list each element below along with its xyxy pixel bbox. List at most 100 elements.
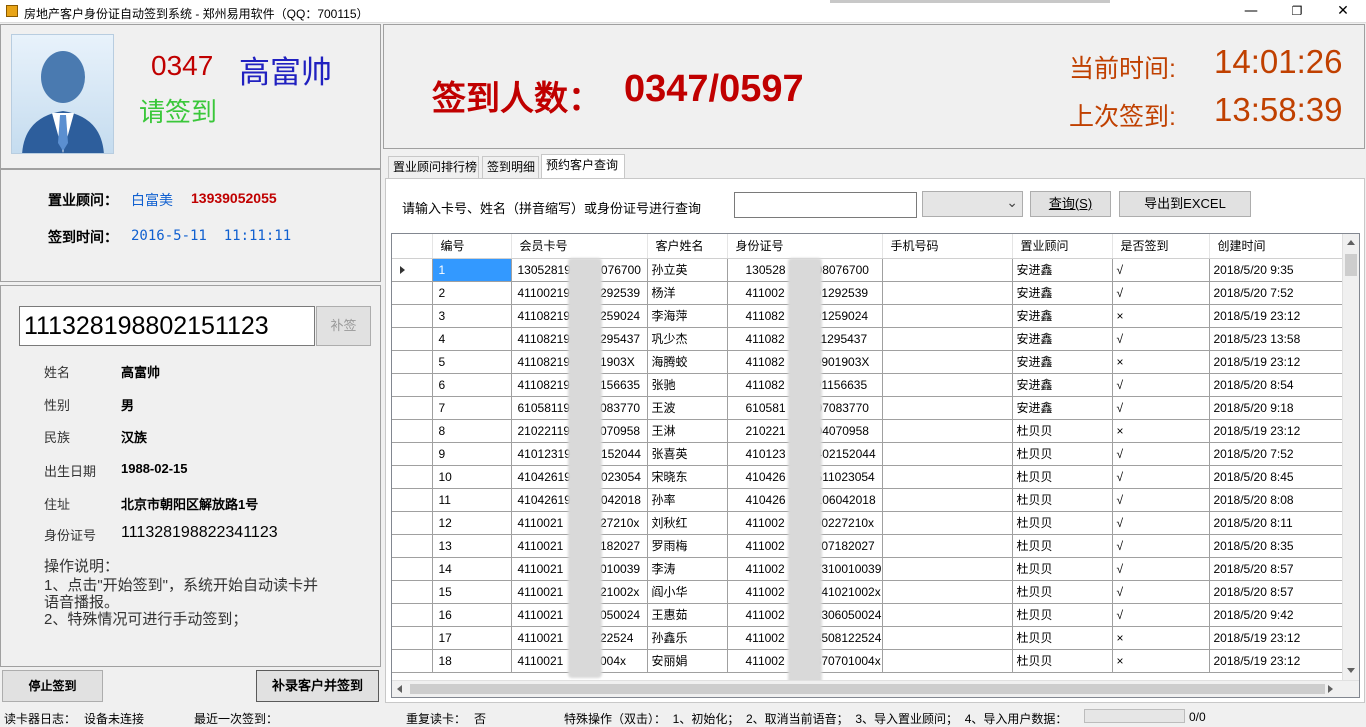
cell-number[interactable]: 10: [432, 465, 512, 489]
row-header[interactable]: [392, 626, 433, 650]
cell-phone[interactable]: [882, 419, 1013, 443]
vertical-scrollbar[interactable]: [1342, 234, 1359, 680]
cell-signed[interactable]: ×: [1112, 649, 1210, 673]
cell-number[interactable]: 12: [432, 511, 512, 535]
maximize-button[interactable]: ❐: [1274, 0, 1320, 23]
cell-signed[interactable]: ×: [1112, 626, 1210, 650]
cell-created[interactable]: 2018/5/20 8:45: [1209, 465, 1344, 489]
cell-created[interactable]: 2018/5/20 8:11: [1209, 511, 1344, 535]
scroll-left-icon[interactable]: [397, 685, 402, 693]
cell-created[interactable]: 2018/5/19 23:12: [1209, 350, 1344, 374]
cell-signed[interactable]: √: [1112, 373, 1210, 397]
row-header[interactable]: [392, 580, 433, 604]
cell-signed[interactable]: ×: [1112, 350, 1210, 374]
cell-number[interactable]: 6: [432, 373, 512, 397]
cell-number[interactable]: 14: [432, 557, 512, 581]
table-row[interactable]: 18 4110021 1004x 安丽娟 411002 370701004x 杜贝贝 × 201…: [392, 649, 1344, 673]
cell-created[interactable]: 2018/5/20 8:08: [1209, 488, 1344, 512]
cell-signed[interactable]: √: [1112, 465, 1210, 489]
cell-created[interactable]: 2018/5/19 23:12: [1209, 626, 1344, 650]
row-header[interactable]: [392, 258, 433, 282]
row-header[interactable]: [392, 534, 433, 558]
table-row[interactable]: 15 4110021 021002x 阎小华 411002 741021002x 杜贝贝 √ 2…: [392, 580, 1344, 604]
col-header-id[interactable]: 身份证号: [727, 234, 883, 259]
cell-advisor[interactable]: 安进鑫: [1012, 350, 1113, 374]
cell-name[interactable]: 王波: [647, 396, 728, 420]
table-row[interactable]: 11 41042619 042018 孙率 410426 106042018 杜贝贝 √ 201…: [392, 488, 1344, 512]
row-header[interactable]: [392, 396, 433, 420]
cell-advisor[interactable]: 杜贝贝: [1012, 465, 1113, 489]
cell-created[interactable]: 2018/5/20 7:52: [1209, 442, 1344, 466]
cell-advisor[interactable]: 杜贝贝: [1012, 626, 1113, 650]
cell-advisor[interactable]: 杜贝贝: [1012, 534, 1113, 558]
cell-advisor[interactable]: 杜贝贝: [1012, 419, 1113, 443]
row-header[interactable]: [392, 350, 433, 374]
cell-advisor[interactable]: 杜贝贝: [1012, 488, 1113, 512]
row-header[interactable]: [392, 327, 433, 351]
cell-name[interactable]: 海腾蛟: [647, 350, 728, 374]
cell-name[interactable]: 杨洋: [647, 281, 728, 305]
cell-name[interactable]: 宋晓东: [647, 465, 728, 489]
cell-signed[interactable]: √: [1112, 442, 1210, 466]
cell-advisor[interactable]: 安进鑫: [1012, 281, 1113, 305]
table-row[interactable]: 17 4110021 122524 孙鑫乐 411002 8508122524 杜贝贝 × 20…: [392, 626, 1344, 650]
cell-signed[interactable]: √: [1112, 580, 1210, 604]
cell-created[interactable]: 2018/5/19 23:12: [1209, 649, 1344, 673]
cell-advisor[interactable]: 杜贝贝: [1012, 557, 1113, 581]
close-button[interactable]: ✕: [1320, 0, 1366, 23]
row-header[interactable]: [392, 419, 433, 443]
cell-number[interactable]: 3: [432, 304, 512, 328]
cell-phone[interactable]: [882, 534, 1013, 558]
table-row[interactable]: 13 4110021 7182027 罗雨梅 411002 207182027 杜贝贝 √ 20…: [392, 534, 1344, 558]
search-input[interactable]: [734, 192, 917, 218]
cell-number[interactable]: 4: [432, 327, 512, 351]
cell-phone[interactable]: [882, 626, 1013, 650]
filter-dropdown[interactable]: ⌄: [922, 191, 1023, 217]
table-row[interactable]: 7 61058119 083770 王波 610581 07083770 安进鑫 √ 2018/…: [392, 396, 1344, 420]
cell-advisor[interactable]: 杜贝贝: [1012, 649, 1113, 673]
cell-created[interactable]: 2018/5/20 9:35: [1209, 258, 1344, 282]
cell-signed[interactable]: √: [1112, 327, 1210, 351]
cell-created[interactable]: 2018/5/20 8:35: [1209, 534, 1344, 558]
table-row[interactable]: 1 13052819 076700 孙立英 130528 08076700 安进鑫 √ 2018…: [392, 258, 1344, 282]
cell-number[interactable]: 7: [432, 396, 512, 420]
table-row[interactable]: 3 41108219 259024 李海萍 411082 01259024 安进鑫 × 2018…: [392, 304, 1344, 328]
cell-number[interactable]: 2: [432, 281, 512, 305]
cell-name[interactable]: 张喜英: [647, 442, 728, 466]
cell-name[interactable]: 李海萍: [647, 304, 728, 328]
col-header-signed[interactable]: 是否签到: [1112, 234, 1210, 259]
row-header[interactable]: [392, 557, 433, 581]
card-number-input[interactable]: 111328198802151123: [19, 306, 315, 346]
cell-name[interactable]: 罗雨梅: [647, 534, 728, 558]
cell-phone[interactable]: [882, 327, 1013, 351]
cell-name[interactable]: 张驰: [647, 373, 728, 397]
cell-number[interactable]: 15: [432, 580, 512, 604]
vertical-scroll-thumb[interactable]: [1345, 254, 1357, 276]
cell-phone[interactable]: [882, 580, 1013, 604]
cell-advisor[interactable]: 杜贝贝: [1012, 580, 1113, 604]
cell-advisor[interactable]: 安进鑫: [1012, 396, 1113, 420]
cell-name[interactable]: 李涛: [647, 557, 728, 581]
col-header-phone[interactable]: 手机号码: [882, 234, 1013, 259]
cell-phone[interactable]: [882, 488, 1013, 512]
cell-advisor[interactable]: 安进鑫: [1012, 373, 1113, 397]
cell-signed[interactable]: ×: [1112, 304, 1210, 328]
stop-sign-in-button[interactable]: 停止签到: [2, 670, 103, 702]
cell-number[interactable]: 16: [432, 603, 512, 627]
customer-grid[interactable]: 编号 会员卡号 客户姓名 身份证号 手机号码 置业顾问 是否签到 创建时间 11…: [391, 233, 1360, 698]
row-header[interactable]: [392, 465, 433, 489]
cell-phone[interactable]: [882, 258, 1013, 282]
col-header-card[interactable]: 会员卡号: [511, 234, 648, 259]
special-ops[interactable]: 特殊操作（双击）： 1、初始化； 2、取消当前语音； 3、导入置业顾问； 4、导…: [564, 710, 1067, 727]
cell-phone[interactable]: [882, 396, 1013, 420]
row-header[interactable]: [392, 373, 433, 397]
cell-name[interactable]: 刘秋红: [647, 511, 728, 535]
scroll-right-icon[interactable]: [1328, 685, 1333, 693]
cell-signed[interactable]: ×: [1112, 419, 1210, 443]
cell-name[interactable]: 安丽娟: [647, 649, 728, 673]
col-header-advisor[interactable]: 置业顾问: [1012, 234, 1113, 259]
cell-signed[interactable]: √: [1112, 396, 1210, 420]
cell-signed[interactable]: √: [1112, 511, 1210, 535]
tab-sign-detail[interactable]: 签到明细: [482, 156, 539, 178]
cell-created[interactable]: 2018/5/20 8:57: [1209, 580, 1344, 604]
